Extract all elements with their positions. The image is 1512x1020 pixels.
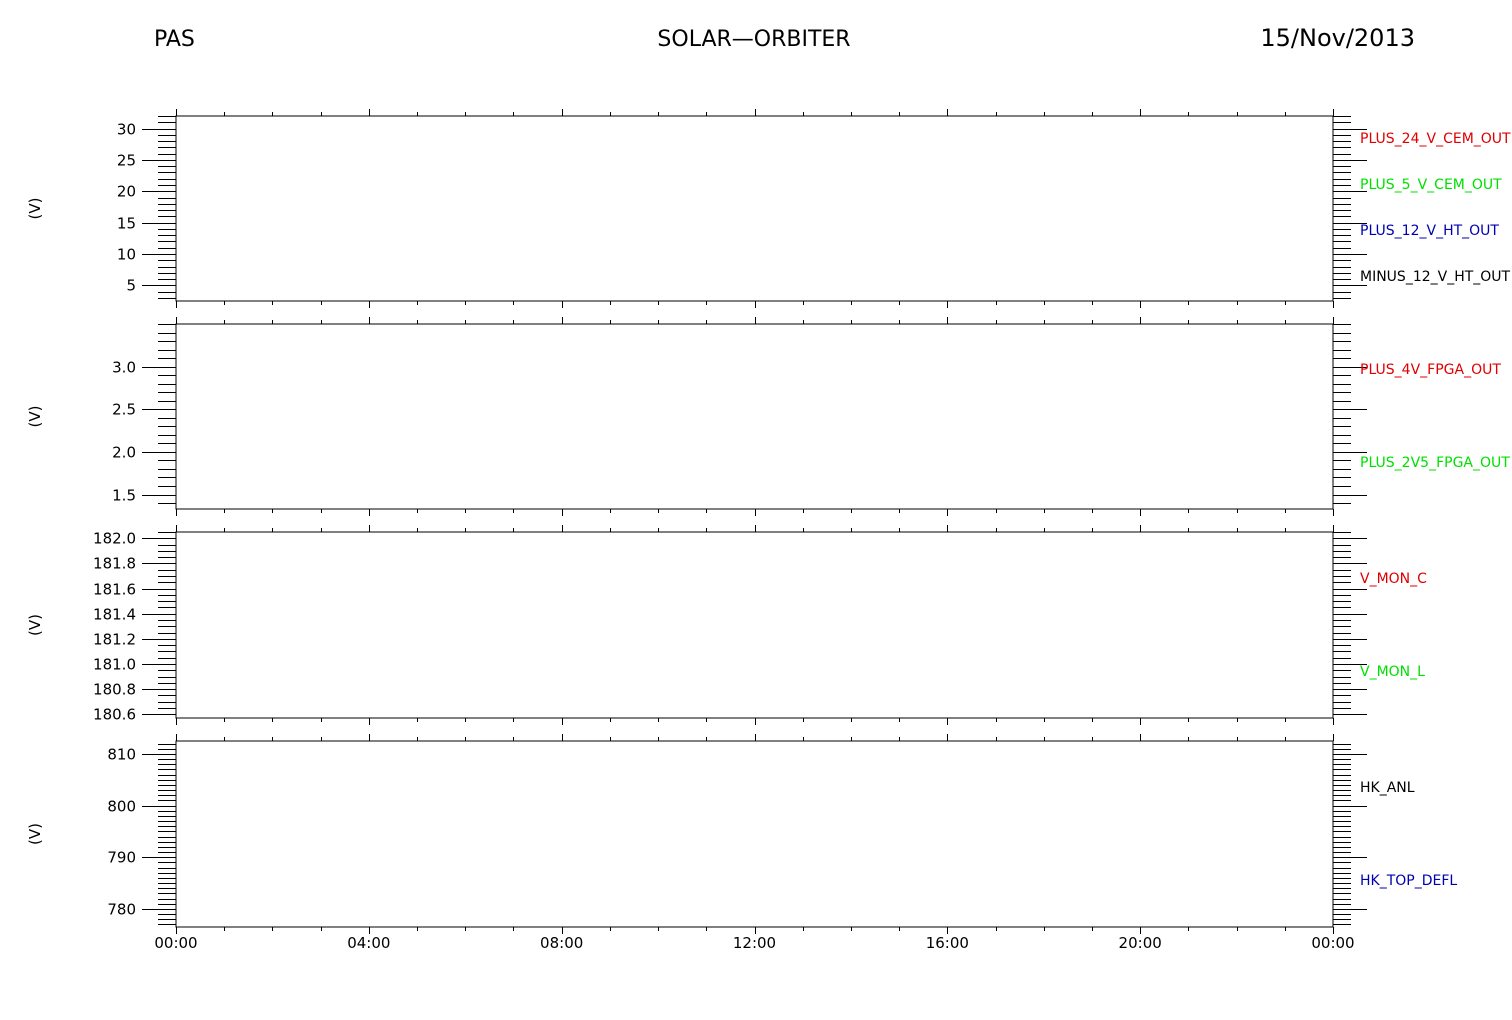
header-mission: SOLAR—ORBITER [657, 27, 850, 52]
plot-frame [175, 531, 1334, 719]
series-label: PLUS_24_V_CEM_OUT [1360, 131, 1511, 147]
x-tick-label: 08:00 [540, 934, 583, 952]
series-label: PLUS_12_V_HT_OUT [1360, 223, 1499, 239]
y-tick-label: 20 [117, 183, 136, 201]
y-tick-label: 180.8 [93, 681, 136, 699]
series-label: V_MON_L [1360, 664, 1425, 680]
y-tick-label: 810 [107, 746, 136, 764]
y-tick-label: 182.0 [93, 530, 136, 548]
x-tick-label: 20:00 [1119, 934, 1162, 952]
y-tick-label: 2.0 [112, 444, 136, 462]
y-tick-label: 10 [117, 246, 136, 264]
header-instrument: PAS [154, 27, 195, 52]
panel-4: 780 790 800 810 (V) HK_ANL HK_TOP_DEFL [26, 734, 1457, 934]
header-date: 15/Nov/2013 [1260, 24, 1415, 52]
x-tick-label: 00:00 [1311, 934, 1354, 952]
y-axis-unit: (V) [26, 614, 44, 636]
chart-canvas: PAS SOLAR—ORBITER 15/Nov/2013 5 10 15 20 25 3… [26, 24, 1511, 952]
plot-frame [175, 115, 1334, 302]
y-axis-unit: (V) [26, 406, 44, 428]
y-tick-label: 30 [117, 121, 136, 139]
y-axis-unit: (V) [26, 823, 44, 845]
x-tick-label: 04:00 [347, 934, 390, 952]
series-label: V_MON_C [1360, 571, 1427, 587]
x-tick-label: 12:00 [733, 934, 776, 952]
series-label: HK_TOP_DEFL [1360, 873, 1457, 889]
y-tick-label: 181.4 [93, 606, 136, 624]
y-tick-label: 800 [107, 798, 136, 816]
y-tick-label: 180.6 [93, 706, 136, 724]
chart-panels: 5 10 15 20 25 30 (V) PLUS_24_V_CEM_OUT PLUS_5_V_… [26, 109, 1511, 952]
y-tick-label: 181.8 [93, 555, 136, 573]
y-tick-label: 181.0 [93, 656, 136, 674]
panel-1: 5 10 15 20 25 30 (V) PLUS_24_V_CEM_OUT PLUS_5_V_… [26, 109, 1511, 308]
panel-3: 180.6 180.8 181.0 181.2 181.4 181.6 181.8 182.0… [26, 525, 1427, 725]
x-tick-label: 16:00 [926, 934, 969, 952]
x-tick-label: 00:00 [154, 934, 197, 952]
y-tick-label: 780 [107, 901, 136, 919]
series-label: HK_ANL [1360, 780, 1415, 796]
y-tick-label: 181.2 [93, 631, 136, 649]
y-tick-label: 181.6 [93, 581, 136, 599]
plot-frame [175, 323, 1334, 510]
y-tick-label: 1.5 [112, 487, 136, 505]
panel-2: 1.5 2.0 2.5 3.0 (V) PLUS_4V_FPGA_OUT PLUS_2V5_… [26, 317, 1510, 516]
plot-frame [175, 740, 1334, 928]
y-tick-label: 3.0 [112, 359, 136, 377]
y-tick-label: 15 [117, 215, 136, 233]
y-tick-label: 25 [117, 152, 136, 170]
y-tick-label: 5 [126, 277, 136, 295]
series-label: PLUS_2V5_FPGA_OUT [1360, 455, 1510, 471]
series-label: MINUS_12_V_HT_OUT [1360, 269, 1511, 285]
y-tick-label: 2.5 [112, 401, 136, 419]
series-label: PLUS_4V_FPGA_OUT [1360, 362, 1501, 378]
y-axis-unit: (V) [26, 198, 44, 220]
y-tick-label: 790 [107, 849, 136, 867]
series-label: PLUS_5_V_CEM_OUT [1360, 177, 1502, 193]
